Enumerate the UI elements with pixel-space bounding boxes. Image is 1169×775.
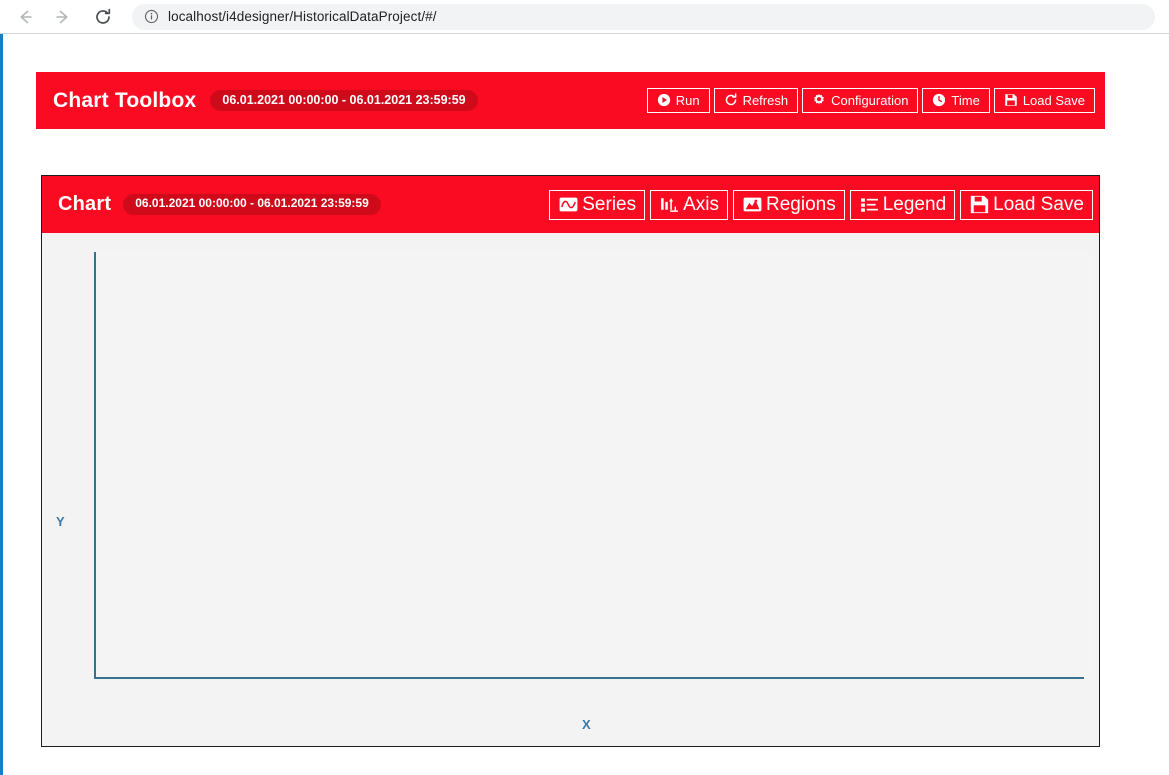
clock-icon: [932, 93, 946, 107]
y-axis-line: [94, 252, 96, 679]
chart-button-group: Series Axis Regions Legend Load Save: [549, 189, 1093, 220]
refresh-icon: [724, 93, 738, 107]
play-circle-icon: [657, 93, 671, 107]
back-button[interactable]: [10, 2, 40, 32]
chart-date-range-badge[interactable]: 06.01.2021 00:00:00 - 06.01.2021 23:59:5…: [123, 194, 381, 215]
configuration-button-label: Configuration: [831, 93, 909, 108]
info-circle-icon[interactable]: [144, 9, 159, 24]
series-button-label: Series: [582, 194, 637, 215]
chart-plot-area[interactable]: [94, 252, 1094, 679]
series-button[interactable]: Series: [549, 189, 646, 220]
forward-button[interactable]: [48, 2, 78, 32]
refresh-button[interactable]: Refresh: [713, 88, 799, 113]
axis-button-label: Axis: [683, 194, 720, 215]
load-save-button-label: Load Save: [1022, 93, 1085, 108]
chart-toolbox-panel: Chart Toolbox 06.01.2021 00:00:00 - 06.0…: [36, 72, 1105, 129]
wave-series-icon: [558, 194, 579, 215]
reload-button[interactable]: [88, 2, 118, 32]
run-button[interactable]: Run: [646, 88, 710, 113]
chart-plot-wrapper[interactable]: Y X: [42, 233, 1099, 746]
refresh-button-label: Refresh: [742, 93, 789, 108]
regions-button[interactable]: Regions: [733, 189, 845, 220]
configuration-button[interactable]: Configuration: [802, 88, 919, 113]
time-button[interactable]: Time: [922, 88, 990, 113]
legend-list-icon: [859, 194, 880, 215]
floppy-disk-icon: [1004, 93, 1018, 107]
regions-area-icon: [742, 194, 763, 215]
chart-panel-header: Chart 06.01.2021 00:00:00 - 06.01.2021 2…: [42, 176, 1099, 233]
arrow-right-icon: [53, 7, 73, 27]
arrow-left-icon: [15, 7, 35, 27]
run-button-label: Run: [675, 93, 700, 108]
legend-button-label: Legend: [882, 194, 947, 215]
toolbox-button-group: Run Refresh Configuration Time Load Save: [646, 88, 1095, 113]
chart-toolbox-title: Chart Toolbox: [53, 88, 197, 112]
chart-load-save-button-label: Load Save: [993, 194, 1084, 215]
chart-load-save-button[interactable]: Load Save: [960, 189, 1093, 220]
gear-icon: [812, 93, 826, 107]
time-button-label: Time: [951, 93, 980, 108]
address-bar-url: localhost/i4designer/HistoricalDataProje…: [168, 9, 437, 24]
chart-panel: Chart 06.01.2021 00:00:00 - 06.01.2021 2…: [41, 175, 1100, 747]
x-axis-label: X: [582, 717, 591, 732]
x-axis-line: [94, 677, 1084, 679]
regions-button-label: Regions: [766, 194, 836, 215]
y-axis-label: Y: [56, 514, 65, 529]
chart-panel-title: Chart: [58, 193, 112, 215]
page-left-edge: [0, 34, 3, 775]
browser-toolbar: localhost/i4designer/HistoricalDataProje…: [0, 0, 1169, 34]
load-save-button[interactable]: Load Save: [993, 88, 1095, 113]
floppy-disk-icon: [969, 194, 990, 215]
app-page: localhost/i4designer/HistoricalDataProje…: [0, 0, 1169, 775]
reload-icon: [93, 7, 113, 27]
axis-icon: [659, 194, 680, 215]
legend-button[interactable]: Legend: [849, 189, 956, 220]
axis-button[interactable]: Axis: [650, 189, 729, 220]
address-bar[interactable]: localhost/i4designer/HistoricalDataProje…: [132, 3, 1155, 30]
toolbox-date-range-badge[interactable]: 06.01.2021 00:00:00 - 06.01.2021 23:59:5…: [210, 89, 478, 112]
